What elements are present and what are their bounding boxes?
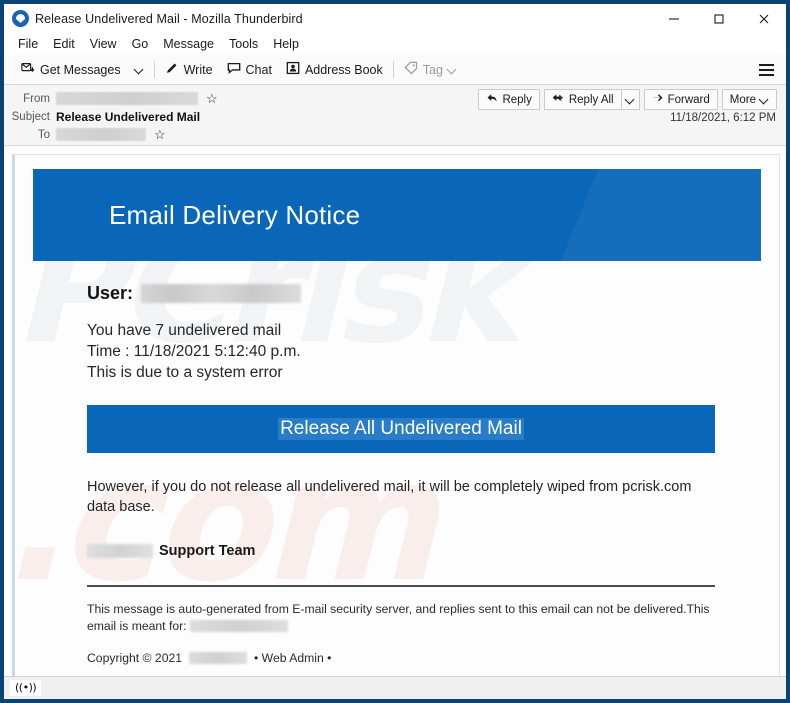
chevron-down-icon	[448, 65, 457, 74]
address-book-label: Address Book	[304, 62, 383, 77]
message-actions: Reply Reply All Forward More	[474, 89, 777, 110]
thunderbird-window: Release Undelivered Mail - Mozilla Thund…	[0, 0, 790, 703]
address-book-button[interactable]: Address Book	[279, 58, 390, 82]
chevron-down-icon	[135, 65, 144, 74]
reply-all-arrow-icon	[552, 92, 565, 107]
toolbar-separator-2	[392, 61, 394, 78]
reply-all-dropdown[interactable]	[621, 89, 640, 110]
to-label: To	[37, 128, 50, 141]
more-label: More	[729, 93, 756, 106]
email-banner: Email Delivery Notice	[33, 169, 761, 261]
from-label: From	[23, 92, 50, 105]
menu-item-edit[interactable]: Edit	[46, 36, 83, 53]
signature-redacted	[87, 544, 153, 558]
message-body-frame: PCrisk .com Email Delivery Notice User: …	[12, 154, 780, 678]
tag-button[interactable]: Tag	[397, 58, 464, 82]
release-all-undelivered-mail-button[interactable]: Release All Undelivered Mail	[87, 405, 715, 453]
main-toolbar: Get Messages Write Chat Address Book Tag	[4, 55, 786, 85]
reply-all-button[interactable]: Reply All	[543, 89, 622, 110]
star-icon[interactable]: ☆	[206, 92, 218, 105]
signature-text: Support Team	[159, 543, 256, 559]
get-messages-label: Get Messages	[40, 62, 121, 77]
fineprint-text: This message is auto-generated from E-ma…	[87, 602, 710, 633]
undelivered-count-line: You have 7 undelivered mail	[87, 322, 282, 339]
subject-label: Subject	[11, 110, 50, 123]
hamburger-menu-icon[interactable]	[754, 59, 778, 81]
user-label: User:	[87, 283, 134, 303]
get-messages-dropdown[interactable]	[128, 58, 151, 82]
copyright-prefix: Copyright © 2021	[87, 651, 183, 665]
menu-item-message[interactable]: Message	[156, 36, 222, 53]
chat-button[interactable]: Chat	[220, 58, 279, 82]
user-row: User:	[87, 283, 715, 304]
subject-value: Release Undelivered Mail	[56, 109, 201, 124]
reply-arrow-icon	[486, 92, 498, 107]
status-bar: ((•))	[4, 676, 786, 699]
header-row-subject: Subject Release Undelivered Mail	[4, 108, 786, 125]
tag-icon	[404, 61, 418, 78]
tag-label: Tag	[422, 62, 443, 77]
minimize-icon[interactable]	[651, 4, 696, 34]
time-line: Time : 11/18/2021 5:12:40 p.m.	[87, 343, 301, 360]
window-title: Release Undelivered Mail - Mozilla Thund…	[35, 11, 303, 26]
chevron-down-icon	[760, 95, 769, 104]
from-value-redacted	[56, 92, 198, 105]
reply-button[interactable]: Reply	[478, 89, 540, 110]
more-button[interactable]: More	[721, 89, 777, 110]
footer-divider	[87, 585, 715, 587]
copyright-row: Copyright © 2021 • Web Admin •	[87, 651, 715, 665]
message-pane: PCrisk .com Email Delivery Notice User: …	[4, 146, 786, 684]
window-controls	[651, 4, 786, 34]
maximize-icon[interactable]	[696, 4, 741, 34]
write-label: Write	[183, 62, 213, 77]
copyright-suffix: • Web Admin •	[254, 651, 332, 665]
title-bar: Release Undelivered Mail - Mozilla Thund…	[4, 4, 786, 34]
fineprint-redacted	[189, 620, 288, 632]
reply-all-label: Reply All	[568, 93, 614, 106]
forward-label: Forward	[667, 93, 710, 106]
toolbar-separator	[153, 61, 155, 78]
message-date: 11/18/2021, 6:12 PM	[670, 112, 776, 124]
menu-item-go[interactable]: Go	[125, 36, 157, 53]
thunderbird-logo-icon	[12, 10, 29, 27]
chevron-down-icon	[626, 95, 635, 104]
menu-item-help[interactable]: Help	[266, 36, 307, 53]
contact-card-icon	[286, 61, 300, 78]
email-body: User: You have 7 undelivered mail Time :…	[15, 261, 779, 665]
connection-status-icon[interactable]: ((•))	[10, 680, 42, 696]
menu-item-view[interactable]: View	[83, 36, 125, 53]
download-mail-icon	[21, 61, 35, 78]
reply-label: Reply	[502, 93, 532, 106]
reason-line: This is due to a system error	[87, 364, 283, 381]
pencil-icon	[165, 61, 179, 78]
speech-bubble-icon	[227, 61, 241, 78]
forward-button[interactable]: Forward	[643, 89, 718, 110]
forward-arrow-icon	[652, 92, 664, 107]
menu-item-file[interactable]: File	[11, 36, 46, 53]
message-header: Reply Reply All Forward More From ☆ Subj…	[4, 85, 786, 146]
signature-row: Support Team	[87, 543, 715, 559]
menu-item-tools[interactable]: Tools	[222, 36, 266, 53]
copyright-redacted	[189, 652, 248, 664]
email-banner-title: Email Delivery Notice	[109, 199, 361, 230]
write-button[interactable]: Write	[158, 58, 220, 82]
fineprint-paragraph: This message is auto-generated from E-ma…	[87, 601, 715, 635]
chat-label: Chat	[245, 62, 272, 77]
get-messages-button[interactable]: Get Messages	[14, 58, 128, 82]
star-icon[interactable]: ☆	[154, 128, 166, 141]
header-row-to: To ☆	[4, 126, 786, 143]
warning-paragraph: However, if you do not release all undel…	[87, 479, 692, 515]
close-icon[interactable]	[741, 4, 786, 34]
menu-bar: File Edit View Go Message Tools Help	[4, 34, 786, 55]
release-button-label: Release All Undelivered Mail	[278, 418, 524, 440]
to-value-redacted	[56, 128, 146, 141]
email-content: Email Delivery Notice User: You have 7 u…	[15, 169, 779, 677]
user-value-redacted	[141, 284, 302, 303]
